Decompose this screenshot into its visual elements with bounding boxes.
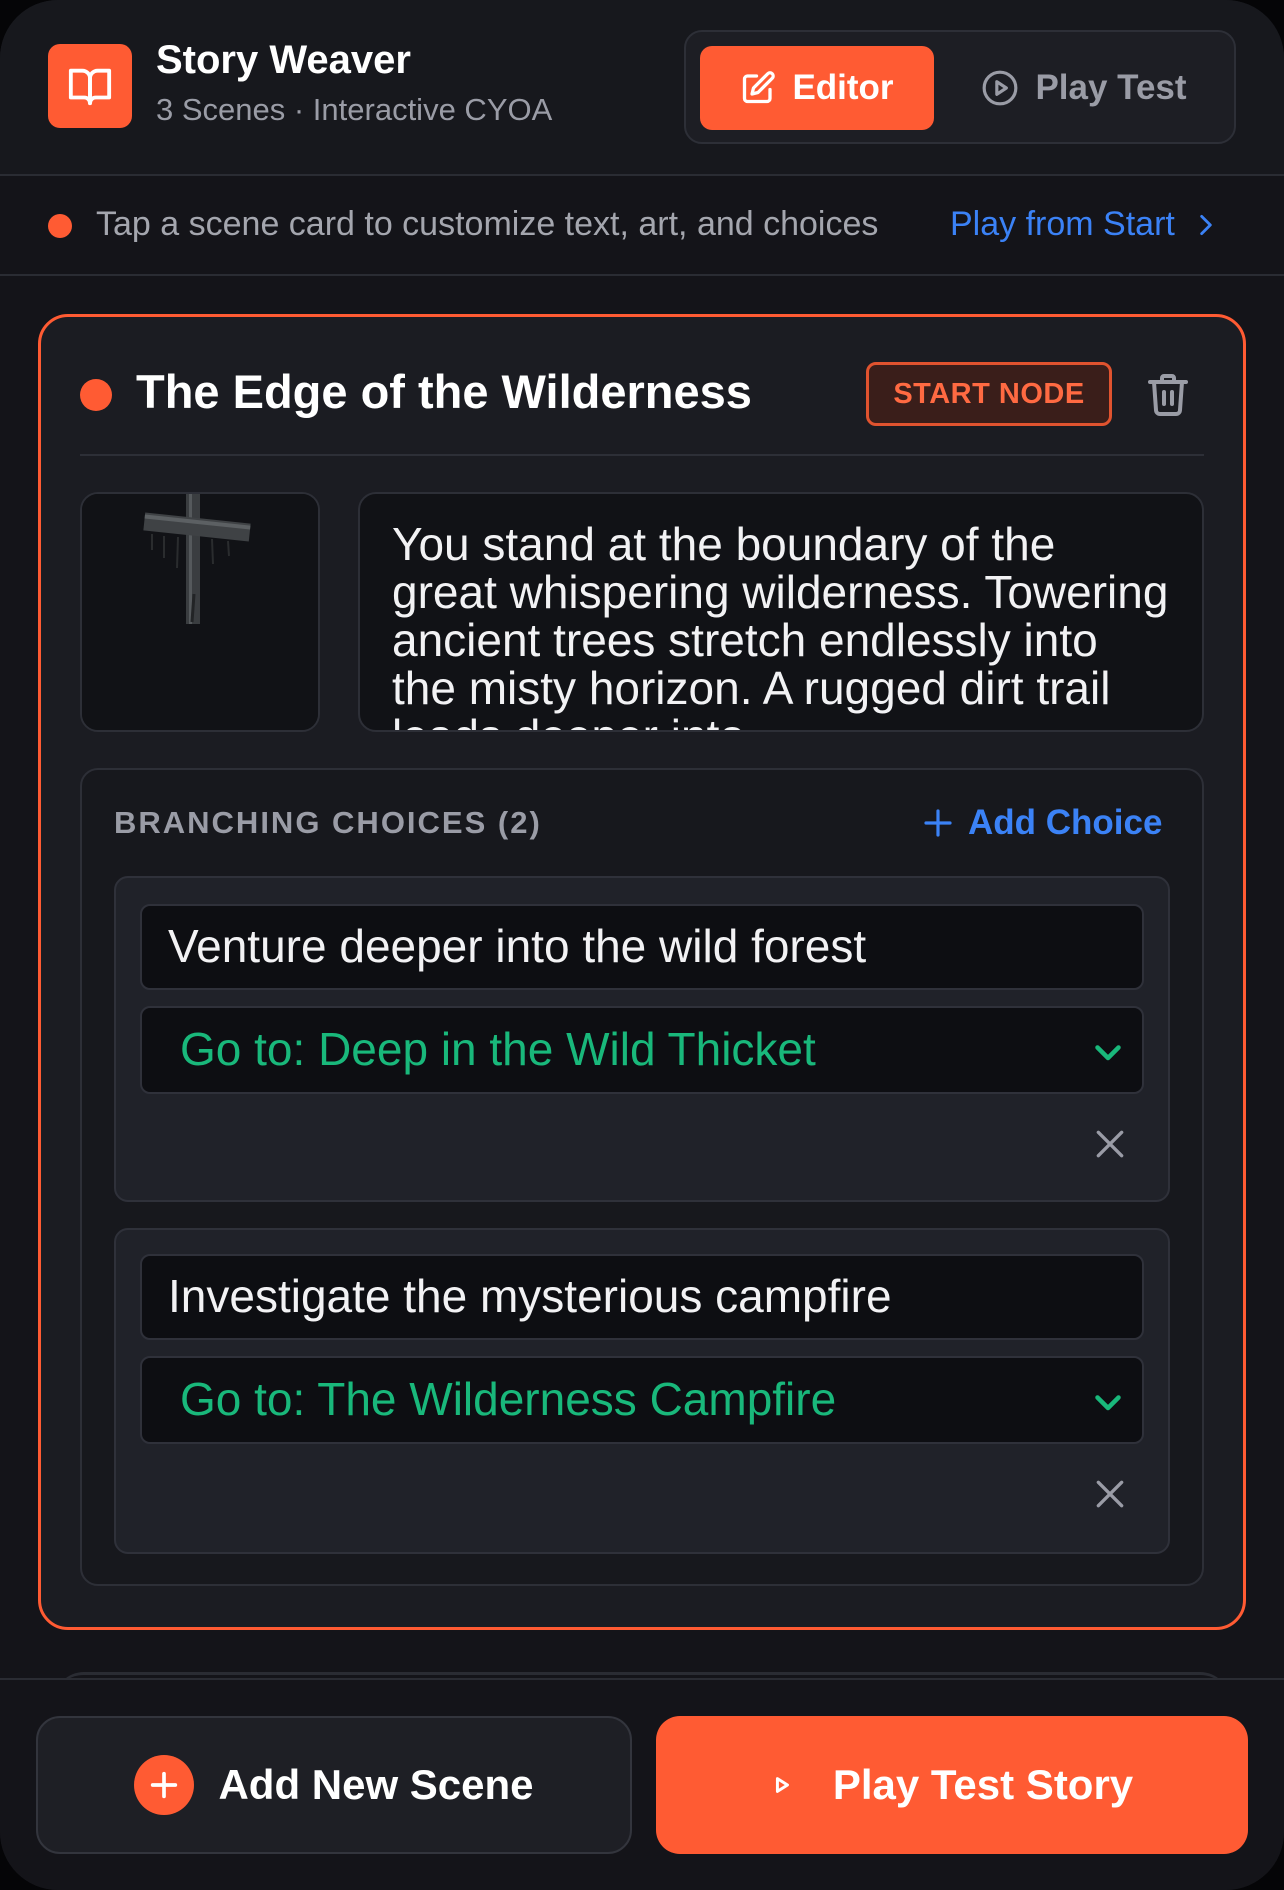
edit-icon xyxy=(743,71,776,104)
editor-mode-button[interactable]: Editor xyxy=(700,46,934,130)
choice-text-input[interactable]: Venture deeper into the wild forest xyxy=(140,904,1144,990)
add-choice-button[interactable]: Add Choice xyxy=(922,803,1162,843)
chevron-down-icon xyxy=(1095,1045,1121,1061)
play-test-story-label: Play Test Story xyxy=(832,1761,1134,1808)
plus-circle-icon xyxy=(134,1755,195,1815)
trash-icon[interactable] xyxy=(1144,370,1192,418)
remove-choice-icon[interactable] xyxy=(1090,1474,1130,1514)
play-test-story-button[interactable]: Play Test Story xyxy=(656,1716,1248,1854)
scene-title: The Edge of the Wilderness xyxy=(136,365,752,418)
plus-icon xyxy=(924,809,952,837)
book-icon xyxy=(68,68,112,106)
start-node-badge: START NODE xyxy=(866,362,1112,426)
add-new-scene-label: Add New Scene xyxy=(218,1761,534,1808)
choice-text-input[interactable]: Investigate the mysterious campfire xyxy=(140,1254,1144,1340)
add-choice-label: Add Choice xyxy=(968,803,1163,842)
play-circle-icon xyxy=(983,70,1018,106)
choices-heading: BRANCHING CHOICES (2) xyxy=(114,805,542,840)
playtest-mode-label: Play Test xyxy=(1035,68,1187,107)
remove-choice-icon[interactable] xyxy=(1090,1124,1130,1164)
play-icon xyxy=(775,1777,789,1793)
chevron-down-icon xyxy=(1095,1395,1121,1411)
play-from-start-label: Play from Start xyxy=(950,205,1175,243)
choice-target-select[interactable]: Go to: The Wilderness Campfire xyxy=(140,1356,1144,1444)
app-subtitle: 3 Scenes · Interactive CYOA xyxy=(156,92,553,127)
editor-mode-label: Editor xyxy=(792,68,894,107)
scene-divider xyxy=(80,454,1204,456)
choice-target-value: Go to: Deep in the Wild Thicket xyxy=(180,1023,816,1075)
scene-text-editor[interactable]: You stand at the boundary of the great w… xyxy=(358,492,1204,732)
chevron-right-icon xyxy=(1200,214,1212,235)
book-logo xyxy=(48,44,132,128)
wooden-cross-image xyxy=(82,494,318,730)
app-title: Story Weaver xyxy=(156,38,411,82)
app-window: Story Weaver 3 Scenes · Interactive CYOA… xyxy=(0,0,1284,1890)
play-from-start-link[interactable]: Play from Start xyxy=(950,205,1219,244)
hint-status-dot xyxy=(48,214,72,238)
scene-status-dot xyxy=(80,379,112,411)
mode-toggle: Editor Play Test xyxy=(684,30,1236,144)
scene-art-thumbnail[interactable] xyxy=(80,492,320,732)
playtest-mode-button[interactable]: Play Test xyxy=(964,46,1204,130)
choice-target-value: Go to: The Wilderness Campfire xyxy=(180,1373,837,1425)
choice-target-select[interactable]: Go to: Deep in the Wild Thicket xyxy=(140,1006,1144,1094)
add-new-scene-button[interactable]: Add New Scene xyxy=(36,1716,632,1854)
hint-text: Tap a scene card to customize text, art,… xyxy=(96,205,879,243)
